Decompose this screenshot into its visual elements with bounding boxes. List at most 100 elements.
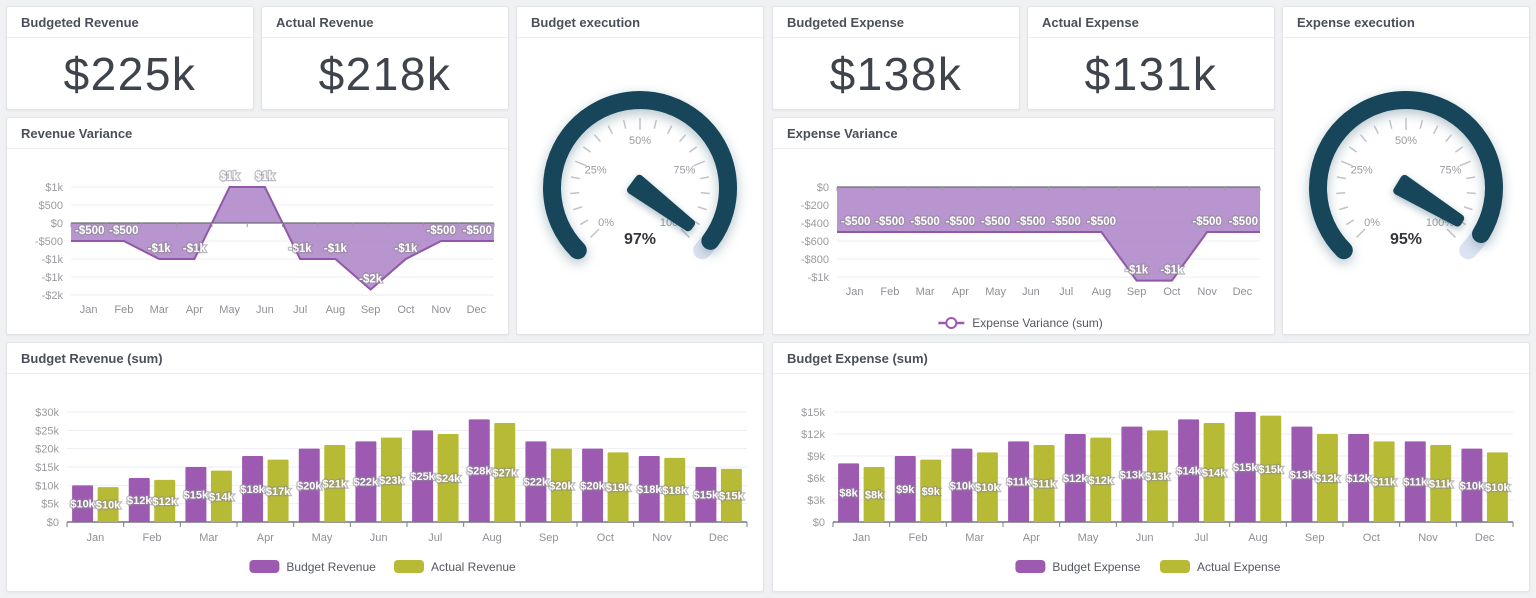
- svg-text:Aug: Aug: [482, 532, 502, 544]
- card-title: Expense execution: [1283, 7, 1529, 38]
- svg-text:$15k: $15k: [801, 407, 825, 419]
- expense-execution-gauge[interactable]: 0%25%50%75%100%95%: [1283, 38, 1529, 334]
- svg-text:-$1k: -$1k: [289, 243, 313, 255]
- svg-text:$27k: $27k: [493, 468, 518, 480]
- svg-text:Apr: Apr: [1023, 532, 1040, 544]
- svg-text:Actual Expense: Actual Expense: [1197, 560, 1281, 574]
- svg-text:Sep: Sep: [539, 532, 559, 544]
- svg-text:95%: 95%: [1390, 231, 1422, 248]
- svg-text:$30k: $30k: [35, 407, 59, 419]
- svg-text:$20k: $20k: [549, 480, 574, 492]
- svg-text:$15k: $15k: [184, 490, 209, 502]
- svg-text:Aug: Aug: [1092, 286, 1112, 298]
- svg-text:Feb: Feb: [909, 532, 928, 544]
- svg-text:-$800: -$800: [801, 254, 829, 266]
- svg-text:$10k: $10k: [35, 480, 59, 492]
- svg-text:0%: 0%: [1364, 217, 1380, 229]
- svg-text:Jul: Jul: [1059, 286, 1073, 298]
- svg-text:Expense Variance (sum): Expense Variance (sum): [972, 316, 1103, 330]
- budget-revenue-chart[interactable]: $0$5k$10k$15k$20k$25k$30kJan$10k$10kFeb$…: [7, 374, 763, 591]
- svg-text:-$500: -$500: [426, 225, 455, 237]
- svg-text:May: May: [985, 286, 1006, 298]
- svg-text:$12k: $12k: [1089, 475, 1114, 487]
- budgeted-revenue-card: Budgeted Revenue $225k: [6, 6, 254, 110]
- svg-text:Jun: Jun: [256, 304, 274, 316]
- svg-text:$19k: $19k: [606, 482, 631, 494]
- svg-text:May: May: [312, 532, 333, 544]
- svg-text:-$500: -$500: [35, 236, 63, 248]
- svg-text:-$500: -$500: [910, 216, 939, 228]
- svg-text:$0: $0: [51, 218, 63, 230]
- revenue-section: Budgeted Revenue $225k Actual Revenue $2…: [6, 6, 764, 592]
- svg-text:May: May: [219, 304, 240, 316]
- svg-text:-$1k: -$1k: [42, 254, 64, 266]
- svg-text:$9k: $9k: [896, 484, 915, 496]
- svg-text:$5k: $5k: [41, 499, 59, 511]
- card-title: Budgeted Expense: [773, 7, 1019, 38]
- budget-revenue-card: Budget Revenue (sum) $0$5k$10k$15k$20k$2…: [6, 342, 764, 592]
- svg-text:$0: $0: [817, 182, 829, 194]
- svg-text:-$1k: -$1k: [148, 243, 172, 255]
- svg-text:-$1k: -$1k: [394, 243, 418, 255]
- svg-text:$10k: $10k: [70, 499, 95, 511]
- svg-text:$24k: $24k: [436, 473, 461, 485]
- svg-text:$11k: $11k: [1429, 479, 1454, 491]
- svg-text:-$500: -$500: [1192, 216, 1221, 228]
- svg-text:-$1k: -$1k: [42, 272, 64, 284]
- svg-text:Mar: Mar: [199, 532, 218, 544]
- svg-text:-$2k: -$2k: [359, 274, 383, 286]
- svg-text:$17k: $17k: [266, 486, 291, 498]
- svg-text:-$200: -$200: [801, 200, 829, 212]
- budget-execution-gauge[interactable]: 0%25%50%75%100%97%: [517, 38, 763, 334]
- svg-text:Nov: Nov: [1418, 532, 1438, 544]
- svg-text:$20k: $20k: [297, 480, 322, 492]
- svg-text:$22k: $22k: [524, 477, 549, 489]
- svg-text:Sep: Sep: [1127, 286, 1147, 298]
- expense-variance-chart[interactable]: $0-$200-$400-$600-$800-$1k-$500-$500-$50…: [773, 149, 1274, 334]
- svg-text:$18k: $18k: [240, 484, 265, 496]
- card-title: Budget Expense (sum): [773, 343, 1529, 374]
- revenue-variance-chart[interactable]: $1k$500$0-$500-$1k-$1k-$2k-$500-$500-$1k…: [7, 149, 508, 334]
- svg-text:Jun: Jun: [1136, 532, 1154, 544]
- svg-text:75%: 75%: [1439, 165, 1461, 177]
- svg-text:-$500: -$500: [1051, 216, 1080, 228]
- svg-text:$15k: $15k: [694, 490, 719, 502]
- svg-text:50%: 50%: [1395, 135, 1417, 147]
- svg-text:0%: 0%: [598, 217, 614, 229]
- svg-text:$8k: $8k: [839, 488, 858, 500]
- svg-text:$3k: $3k: [807, 495, 825, 507]
- svg-text:Feb: Feb: [143, 532, 162, 544]
- budget-expense-chart[interactable]: $0$3k$6k$9k$12k$15kJan$8k$8kFeb$9k$9kMar…: [773, 374, 1529, 591]
- actual-revenue-card: Actual Revenue $218k: [261, 6, 509, 110]
- budget-expense-card: Budget Expense (sum) $0$3k$6k$9k$12k$15k…: [772, 342, 1530, 592]
- svg-text:$15k: $15k: [719, 490, 744, 502]
- card-title: Budget execution: [517, 7, 763, 38]
- svg-text:Nov: Nov: [652, 532, 672, 544]
- svg-text:Jan: Jan: [80, 304, 98, 316]
- svg-text:$12k: $12k: [1063, 473, 1088, 485]
- svg-text:Jan: Jan: [852, 532, 870, 544]
- svg-text:$15k: $15k: [1259, 464, 1284, 476]
- svg-text:-$500: -$500: [1087, 216, 1116, 228]
- expense-section: Budgeted Expense $138k Actual Expense $1…: [772, 6, 1530, 592]
- expense-variance-card: Expense Variance $0-$200-$400-$600-$800-…: [772, 117, 1275, 335]
- svg-text:$15k: $15k: [35, 462, 59, 474]
- svg-text:Feb: Feb: [114, 304, 133, 316]
- svg-text:$23k: $23k: [379, 475, 404, 487]
- svg-text:-$500: -$500: [463, 225, 492, 237]
- svg-text:-$500: -$500: [109, 225, 138, 237]
- svg-text:Sep: Sep: [361, 304, 381, 316]
- svg-text:$11k: $11k: [1403, 477, 1428, 489]
- svg-text:Oct: Oct: [397, 304, 414, 316]
- svg-text:-$500: -$500: [946, 216, 975, 228]
- card-title: Revenue Variance: [7, 118, 508, 149]
- svg-text:Jun: Jun: [370, 532, 388, 544]
- card-title: Budget Revenue (sum): [7, 343, 763, 374]
- svg-text:$11k: $11k: [1007, 477, 1032, 489]
- svg-text:Actual Revenue: Actual Revenue: [431, 560, 516, 574]
- svg-text:-$500: -$500: [1016, 216, 1045, 228]
- card-title: Actual Revenue: [262, 7, 508, 38]
- svg-text:Aug: Aug: [1248, 532, 1268, 544]
- svg-text:Budget Revenue: Budget Revenue: [286, 560, 376, 574]
- dashboard: Budgeted Revenue $225k Actual Revenue $2…: [0, 0, 1536, 598]
